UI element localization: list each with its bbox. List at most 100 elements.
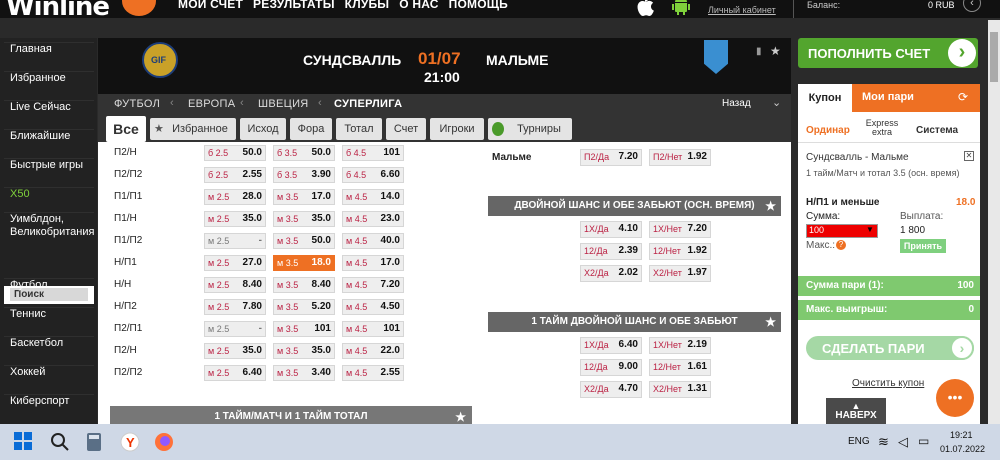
odds-cell[interactable]: Х2/Нет 1.97 bbox=[649, 265, 711, 282]
odds-cell[interactable]: б 4.5 101 bbox=[342, 145, 404, 161]
language-indicator[interactable]: ENG bbox=[848, 436, 870, 447]
accept-button[interactable]: Принять bbox=[900, 239, 946, 253]
odds-cell[interactable]: м 3.5 5.20 bbox=[273, 299, 335, 315]
star-icon[interactable]: ★ bbox=[765, 196, 776, 216]
star-icon[interactable]: ★ bbox=[455, 406, 466, 424]
odds-cell[interactable]: 12/Да 9.00 bbox=[580, 359, 642, 376]
tab-my-bets[interactable]: Мои пари bbox=[862, 91, 914, 103]
odds-cell[interactable]: б 2.5 2.55 bbox=[204, 167, 266, 183]
odds-cell[interactable]: м 4.5 17.0 bbox=[342, 255, 404, 271]
nav-results[interactable]: РЕЗУЛЬТАТЫ bbox=[253, 0, 335, 11]
odds-cell[interactable]: м 2.5 7.80 bbox=[204, 299, 266, 315]
section-header-double-chance[interactable]: ДВОЙНОЙ ШАНС И ОБЕ ЗАБЬЮТ (ОСН. ВРЕМЯ) ★ bbox=[488, 196, 781, 216]
odds-cell[interactable]: м 2.5 35.0 bbox=[204, 343, 266, 359]
sidebar-item-upcoming[interactable]: Ближайшие bbox=[4, 129, 94, 142]
odds-cell[interactable]: м 2.5 28.0 bbox=[204, 189, 266, 205]
odds-cell[interactable]: м 3.5 18.0 bbox=[273, 255, 335, 271]
odds-cell[interactable]: м 4.5 4.50 bbox=[342, 299, 404, 315]
scrollbar-thumb[interactable] bbox=[990, 32, 998, 82]
breadcrumb-football[interactable]: ФУТБОЛ bbox=[114, 98, 160, 110]
bet-type-express[interactable]: Express extra bbox=[864, 119, 900, 137]
scroll-to-top-button[interactable]: ▲ НАВЕРХ bbox=[826, 398, 886, 424]
tab-outcome[interactable]: Исход bbox=[240, 118, 286, 140]
site-logo[interactable]: Winline bbox=[0, 0, 160, 22]
odds-cell[interactable]: м 4.5 40.0 bbox=[342, 233, 404, 249]
search-icon[interactable] bbox=[50, 432, 70, 452]
sidebar-item-favorites[interactable]: Избранное bbox=[4, 71, 94, 84]
odds-cell[interactable]: м 4.5 7.20 bbox=[342, 277, 404, 293]
odds-cell[interactable]: м 2.5 6.40 bbox=[204, 365, 266, 381]
odds-cell[interactable]: 12/Нет 1.61 bbox=[649, 359, 711, 376]
odds-cell[interactable]: м 2.5 35.0 bbox=[204, 211, 266, 227]
tab-tournaments[interactable]: Турниры bbox=[488, 118, 572, 140]
odds-cell[interactable]: м 4.5 23.0 bbox=[342, 211, 404, 227]
sidebar-item-home[interactable]: Главная bbox=[4, 42, 94, 55]
scrollbar[interactable] bbox=[988, 20, 1000, 425]
chevron-down-icon[interactable]: ⌄ bbox=[772, 96, 781, 109]
section-header-halftime-total[interactable]: 1 ТАЙМ/МАТЧ И 1 ТАЙМ ТОТАЛ ★ bbox=[110, 406, 472, 424]
wifi-icon[interactable]: ≋ bbox=[878, 434, 898, 454]
odds-cell[interactable]: м 3.5 50.0 bbox=[273, 233, 335, 249]
sidebar-item-live[interactable]: Live Сейчас bbox=[4, 100, 94, 113]
odds-cell[interactable]: м 3.5 8.40 bbox=[273, 277, 335, 293]
odds-cell[interactable]: Х2/Да 4.70 bbox=[580, 381, 642, 398]
battery-icon[interactable]: ▭ bbox=[918, 434, 938, 454]
clear-coupon-link[interactable]: Очистить купон bbox=[852, 378, 924, 389]
odds-cell[interactable]: Х2/Нет 1.31 bbox=[649, 381, 711, 398]
yandex-browser-icon[interactable]: Y bbox=[120, 432, 140, 452]
sidebar-item-football[interactable]: Футбол bbox=[4, 278, 94, 291]
tab-favorites[interactable]: ★ Избранное bbox=[150, 118, 236, 140]
sidebar-item-hockey[interactable]: Хоккей bbox=[4, 365, 94, 378]
odds-cell[interactable]: 1Х/Да 6.40 bbox=[580, 337, 642, 354]
sidebar-item-tennis[interactable]: Теннис bbox=[4, 307, 94, 320]
deposit-button[interactable]: ПОПОЛНИТЬ СЧЕТ › bbox=[798, 38, 978, 68]
odds-cell[interactable]: 12/Нет 1.92 bbox=[649, 243, 711, 260]
personal-cabinet-link[interactable]: Личный кабинет bbox=[708, 5, 776, 15]
odds-cell[interactable]: П2/Нет 1.92 bbox=[649, 149, 711, 166]
tab-all[interactable]: Все bbox=[106, 116, 146, 142]
tab-players[interactable]: Игроки bbox=[430, 118, 484, 140]
odds-cell[interactable]: 1Х/Нет 2.19 bbox=[649, 337, 711, 354]
odds-cell[interactable]: м 3.5 17.0 bbox=[273, 189, 335, 205]
tab-coupon[interactable]: Купон bbox=[798, 84, 852, 112]
odds-cell[interactable]: 1Х/Нет 7.20 bbox=[649, 221, 711, 238]
nav-clubs[interactable]: КЛУБЫ bbox=[345, 0, 390, 11]
favorite-star-icon[interactable]: ★ bbox=[770, 44, 781, 58]
odds-cell[interactable]: м 3.5 101 bbox=[273, 321, 335, 337]
sidebar-item-esports[interactable]: Киберспорт bbox=[4, 394, 94, 407]
odds-cell[interactable]: П2/Да 7.20 bbox=[580, 149, 642, 166]
stats-icon[interactable]: ▮ bbox=[756, 46, 762, 57]
bet-type-system[interactable]: Система bbox=[916, 125, 958, 136]
tab-total[interactable]: Тотал bbox=[336, 118, 382, 140]
sidebar-item-x50[interactable]: X50 bbox=[4, 187, 94, 200]
chat-icon[interactable]: ••• bbox=[936, 379, 974, 417]
refresh-icon[interactable]: ⟳ bbox=[958, 90, 968, 104]
nav-my-account[interactable]: МОИ СЧЕТ bbox=[178, 0, 243, 11]
breadcrumb-superliga[interactable]: СУПЕРЛИГА bbox=[334, 98, 402, 110]
star-icon[interactable]: ★ bbox=[765, 312, 776, 332]
breadcrumb-sweden[interactable]: ШВЕЦИЯ bbox=[258, 98, 309, 110]
odds-cell[interactable]: м 2.5 27.0 bbox=[204, 255, 266, 271]
help-icon[interactable]: ? bbox=[836, 240, 846, 250]
android-icon[interactable] bbox=[672, 0, 692, 16]
clock-time[interactable]: 19:21 bbox=[950, 430, 973, 440]
odds-cell[interactable]: м 3.5 35.0 bbox=[273, 343, 335, 359]
firefox-icon[interactable] bbox=[154, 432, 174, 452]
odds-cell[interactable]: б 4.5 6.60 bbox=[342, 167, 404, 183]
breadcrumb-europe[interactable]: ЕВРОПА bbox=[188, 98, 235, 110]
sidebar-item-basketball[interactable]: Баскетбол bbox=[4, 336, 94, 349]
odds-cell[interactable]: м 4.5 22.0 bbox=[342, 343, 404, 359]
bet-type-single[interactable]: Ординар bbox=[806, 125, 850, 136]
odds-cell[interactable]: б 2.5 50.0 bbox=[204, 145, 266, 161]
odds-cell[interactable]: 12/Да 2.39 bbox=[580, 243, 642, 260]
sidebar-item-fast-games[interactable]: Быстрые игры bbox=[4, 158, 94, 171]
close-icon[interactable]: ✕ bbox=[964, 151, 974, 161]
odds-cell[interactable]: м 4.5 14.0 bbox=[342, 189, 404, 205]
odds-cell[interactable]: м 4.5 2.55 bbox=[342, 365, 404, 381]
odds-cell[interactable]: б 3.5 3.90 bbox=[273, 167, 335, 183]
odds-cell[interactable]: м 2.5 8.40 bbox=[204, 277, 266, 293]
tab-handicap[interactable]: Фора bbox=[290, 118, 332, 140]
volume-icon[interactable]: ◁ bbox=[898, 434, 918, 454]
odds-cell[interactable]: м 3.5 35.0 bbox=[273, 211, 335, 227]
odds-cell[interactable]: м 4.5 101 bbox=[342, 321, 404, 337]
